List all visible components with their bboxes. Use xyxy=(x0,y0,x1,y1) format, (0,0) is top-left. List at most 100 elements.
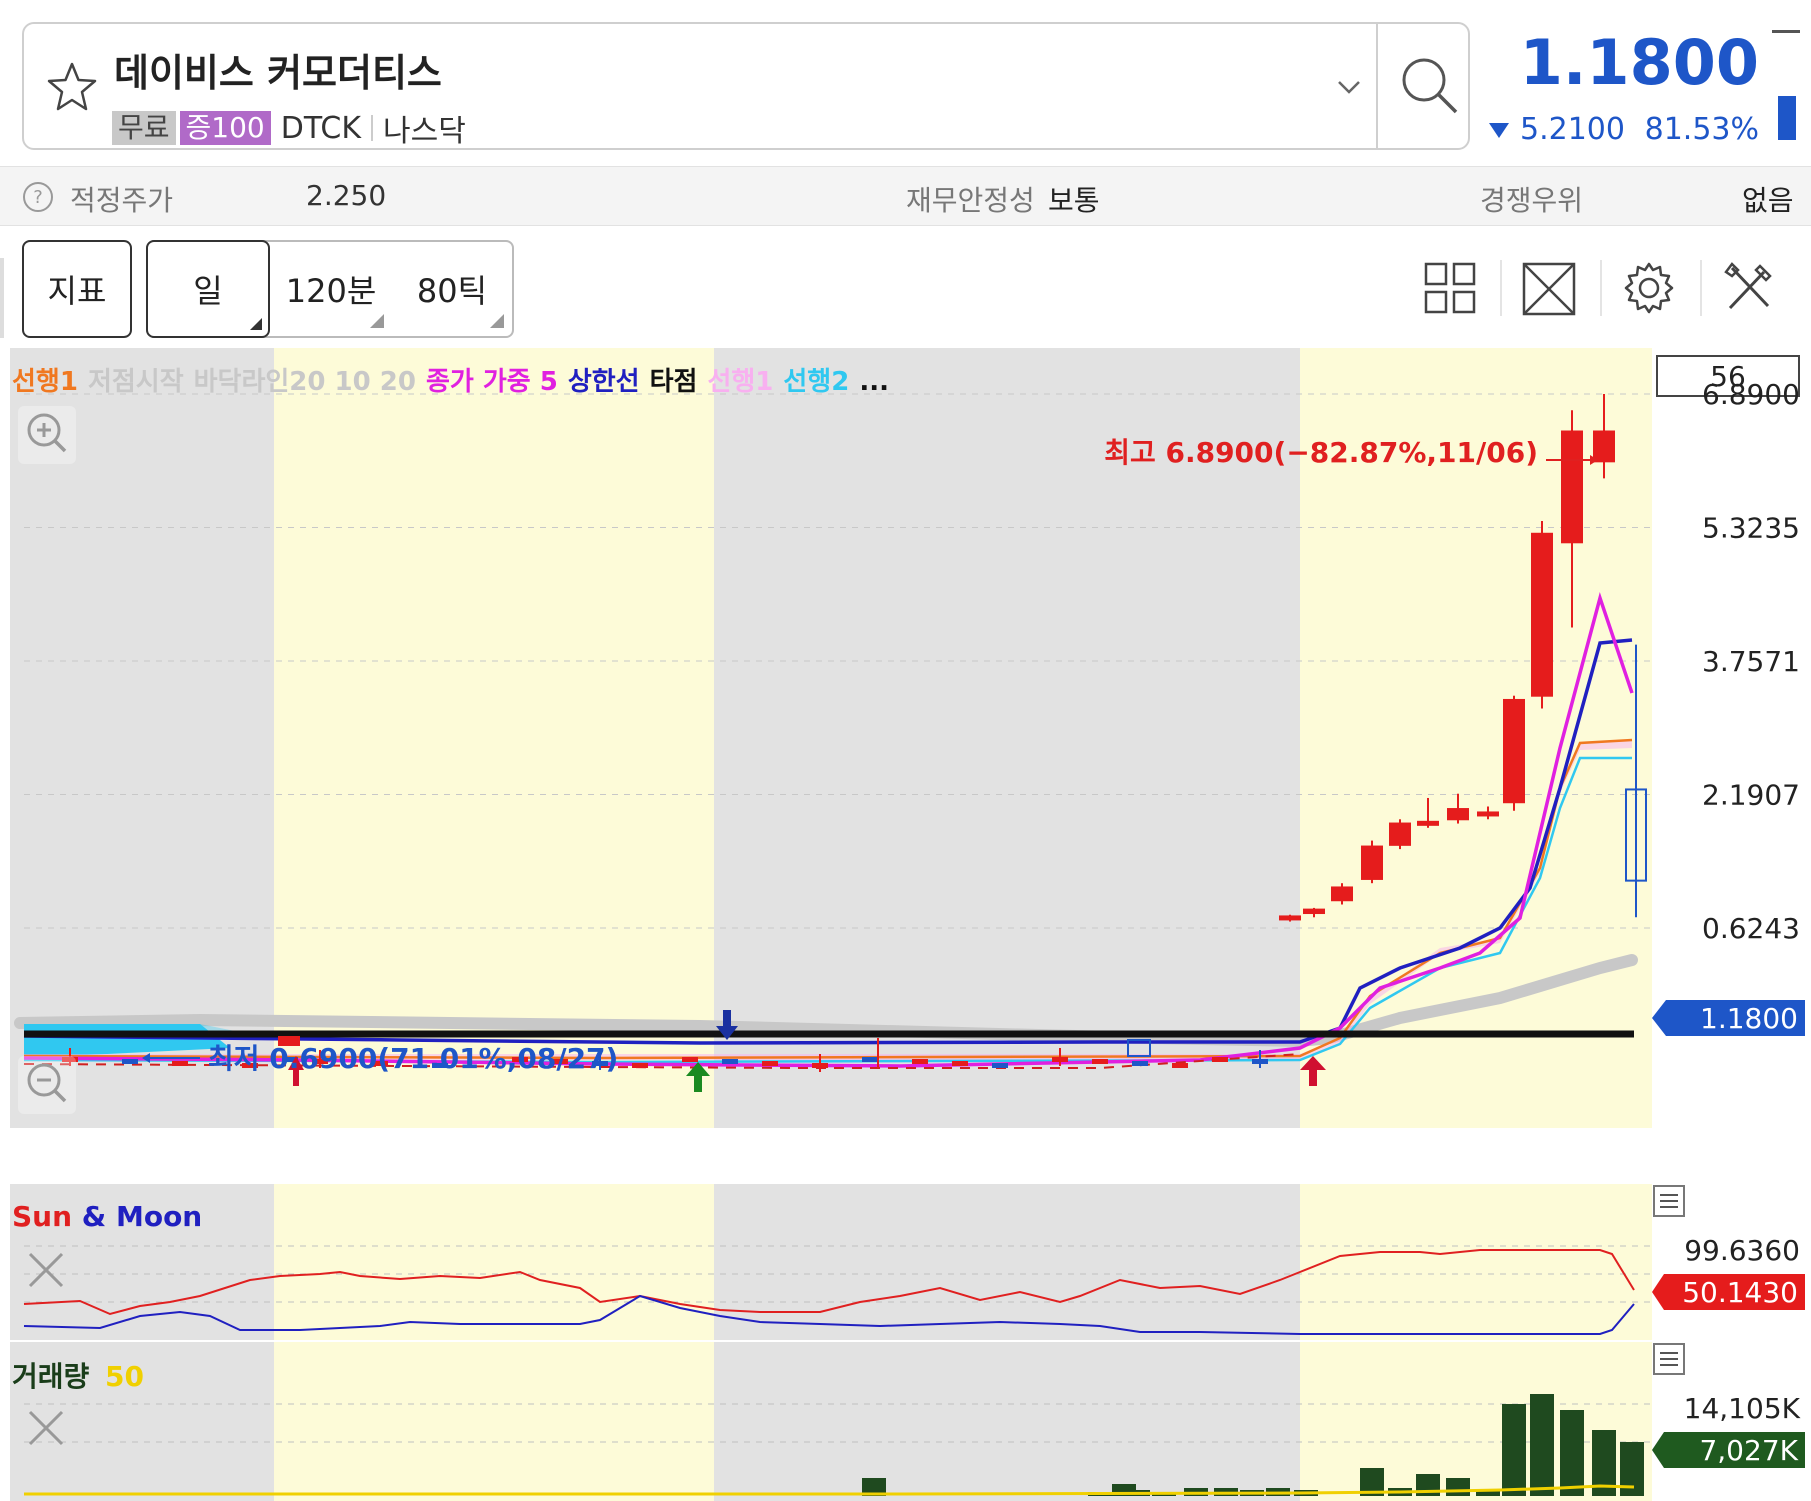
settings-gear-icon[interactable] xyxy=(1620,258,1678,318)
divider xyxy=(371,115,374,141)
candle xyxy=(1447,808,1469,821)
free-badge: 무료 xyxy=(112,111,176,145)
divider xyxy=(1376,24,1378,148)
help-icon[interactable]: ? xyxy=(22,181,54,213)
volume-bar xyxy=(1530,1394,1554,1496)
legend-item: 타점 xyxy=(650,367,698,397)
star-outline-icon[interactable] xyxy=(42,58,102,118)
stock-name: 데이비스 커모더티스 xyxy=(114,51,442,95)
y-tick-label: 0.6243 xyxy=(1702,912,1800,945)
candle xyxy=(682,1057,698,1062)
period-day-label: 일 xyxy=(193,272,223,310)
volume-panel[interactable]: 거래량 50 14,105K 7,027K xyxy=(0,1342,1811,1501)
down-triangle-icon xyxy=(1489,122,1509,138)
valuation-row: ? 적정주가 2.250 재무안정성 보통 경쟁우위 없음 xyxy=(0,166,1811,226)
stock-tags: 무료 증100 DTCK 나스닥 xyxy=(112,106,466,150)
candle xyxy=(1593,430,1615,463)
y-tick-label: 3.7571 xyxy=(1702,645,1800,678)
competitive-value: 없음 xyxy=(1742,184,1794,217)
legend-item: ... xyxy=(859,367,889,397)
period-tick-button[interactable]: 80틱 xyxy=(392,242,512,336)
margin-badge: 증100 xyxy=(179,111,271,145)
candle xyxy=(952,1061,968,1066)
divider xyxy=(1600,260,1602,316)
legend-item: 종가 가중 5 xyxy=(426,367,558,397)
corner-triangle-icon xyxy=(490,314,504,328)
candle xyxy=(1279,915,1301,921)
candle xyxy=(992,1063,1008,1068)
candle xyxy=(1132,1061,1148,1066)
tools-icon[interactable] xyxy=(1720,258,1778,318)
indicator-label: 지표 xyxy=(47,272,107,310)
volume-tag-value: 7,027K xyxy=(1699,1434,1798,1467)
indicator-button[interactable]: 지표 xyxy=(22,240,132,338)
period-day-button[interactable]: 일 xyxy=(146,240,270,338)
layout-grid-icon[interactable] xyxy=(1422,258,1480,318)
hamburger-icon[interactable] xyxy=(1653,1185,1685,1217)
legend-item: 상한선 xyxy=(568,367,640,397)
indicator-legend[interactable]: 선행1 저점시작 바닥라인20 10 20 종가 가중 5 상한선 타점 선행1 선행2... xyxy=(12,367,889,397)
period-band xyxy=(10,348,274,1128)
fair-price-label: 적정주가 xyxy=(70,184,174,217)
sun-moon-panel[interactable]: Sun & Moon 99.6360 50.1430 xyxy=(0,1184,1811,1340)
legend-item: 저점시작 xyxy=(88,367,184,397)
current-price: 1.1800 xyxy=(1519,26,1759,99)
period-minute-button[interactable]: 120분 xyxy=(270,242,392,336)
chevron-down-icon[interactable] xyxy=(1334,72,1364,102)
volume-bar xyxy=(1446,1478,1470,1496)
candle xyxy=(1389,822,1411,846)
price-change: 5.2100 xyxy=(1488,112,1625,147)
sun-label: Sun xyxy=(12,1200,72,1233)
candle xyxy=(1561,430,1583,544)
candle xyxy=(1361,845,1383,880)
corner-triangle-icon xyxy=(370,314,384,328)
period-minute-label: 120분 xyxy=(285,272,377,310)
hamburger-icon[interactable] xyxy=(1653,1343,1685,1375)
candle xyxy=(1417,820,1439,826)
candle xyxy=(632,1063,648,1068)
stability-label: 재무안정성 xyxy=(906,184,1035,217)
minimize-icon[interactable] xyxy=(1772,30,1800,33)
candle xyxy=(1477,811,1499,817)
candle xyxy=(1303,908,1325,915)
volume-top-value: 14,105K xyxy=(1684,1392,1801,1425)
y-tick-label: 5.3235 xyxy=(1702,512,1800,545)
fair-price-value: 2.250 xyxy=(306,179,387,212)
exchange: 나스닥 xyxy=(383,114,466,149)
candle xyxy=(1172,1063,1188,1068)
zoom-in-icon[interactable] xyxy=(18,406,76,464)
volume-bar xyxy=(1502,1404,1526,1496)
divider xyxy=(1700,260,1702,316)
zoom-out-icon[interactable] xyxy=(18,1056,76,1114)
price-chart[interactable]: 선행1 저점시작 바닥라인20 10 20 종가 가중 5 상한선 타점 선행1 선행2...… xyxy=(0,348,1811,1128)
change-value: 5.2100 xyxy=(1520,112,1625,147)
volume-bar xyxy=(1560,1410,1584,1496)
candle xyxy=(862,1057,878,1062)
volume-label: 거래량 xyxy=(12,1360,90,1393)
volume-period: 50 xyxy=(105,1360,144,1393)
ticker: DTCK xyxy=(280,110,362,146)
candle xyxy=(1531,532,1553,697)
period-tick-label: 80틱 xyxy=(416,272,488,310)
legend-item: 선행1 xyxy=(12,367,78,397)
low-annotation: 최저 0.6900(71.01%,08/27) xyxy=(208,1042,618,1075)
sun-moon-top-value: 99.6360 xyxy=(1684,1234,1800,1267)
y-tick-label: 6.8900 xyxy=(1702,378,1800,411)
side-handle[interactable] xyxy=(0,258,4,338)
candle xyxy=(722,1059,738,1064)
competitive-label: 경쟁우위 xyxy=(1480,184,1584,217)
candle xyxy=(1092,1059,1108,1064)
y-tick-label: 2.1907 xyxy=(1702,779,1800,812)
candle xyxy=(1503,698,1525,804)
legend-item: 선행2 xyxy=(783,367,849,397)
legend-item: 선행1 xyxy=(707,367,773,397)
candle xyxy=(1212,1057,1228,1062)
stability-value: 보통 xyxy=(1048,184,1100,217)
intraday-volume-bar xyxy=(1778,96,1796,140)
candle xyxy=(172,1061,188,1066)
divider xyxy=(1500,260,1502,316)
search-icon[interactable] xyxy=(1396,52,1464,120)
amp-label: & xyxy=(82,1200,106,1233)
stock-search-box[interactable]: 데이비스 커모더티스 무료 증100 DTCK 나스닥 xyxy=(22,22,1470,150)
fullscreen-icon[interactable] xyxy=(1520,258,1578,318)
